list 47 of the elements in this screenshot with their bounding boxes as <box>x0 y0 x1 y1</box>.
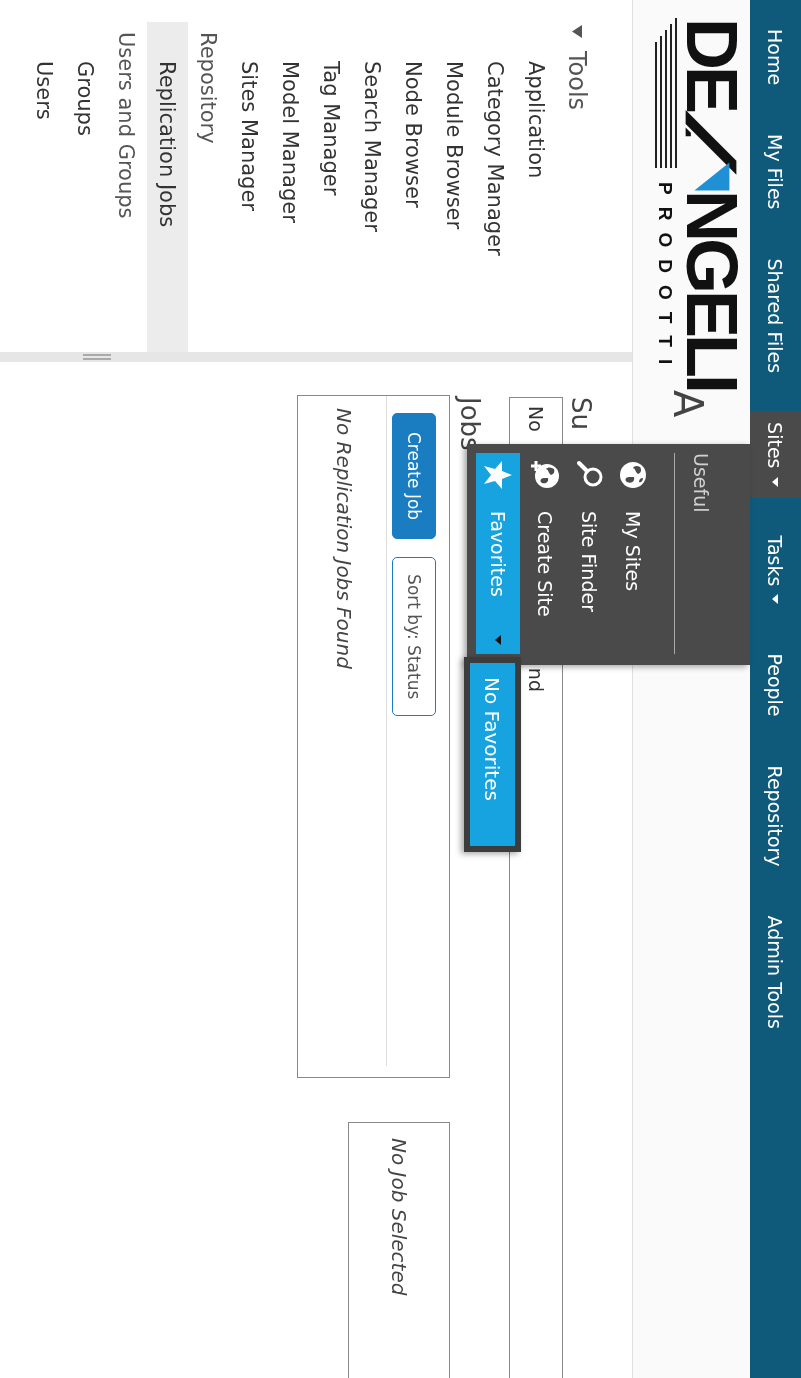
globe-icon <box>618 460 648 490</box>
sidebar-item[interactable]: Application <box>516 22 557 352</box>
sidebar-item[interactable]: Module Browser <box>434 22 475 352</box>
menu-item[interactable]: Create Site <box>523 453 567 654</box>
nav-item[interactable]: Shared Files <box>750 247 801 385</box>
sidebar-heading[interactable]: Users and Groups <box>106 22 147 352</box>
empty-message: No Replication Jobs Found <box>332 408 356 671</box>
caret-icon <box>772 594 779 605</box>
sidebar-heading[interactable]: Tools <box>557 22 598 352</box>
caret-icon <box>495 635 501 645</box>
nav-item[interactable]: Repository <box>750 754 801 878</box>
splitter-bar[interactable] <box>0 352 632 362</box>
logo-tagline: PRODOTTI <box>654 182 676 377</box>
logo-lines-icon <box>652 18 678 168</box>
sidebar-item[interactable]: Replication Jobs <box>147 22 188 352</box>
sidebar-item[interactable]: Sites Manager <box>229 22 270 352</box>
sidebar-item[interactable]: Groups <box>65 22 106 352</box>
sidebar-item[interactable]: Search Manager <box>352 22 393 352</box>
logo-text: NGELI <box>682 190 742 390</box>
menu-header: Useful <box>674 453 714 654</box>
sidebar-item[interactable]: Tag Manager <box>311 22 352 352</box>
sidebar-item[interactable]: Users <box>24 22 65 352</box>
summary-text: nd <box>525 667 547 692</box>
nav-item[interactable]: My Files <box>750 123 801 221</box>
page-title: A <box>668 390 708 418</box>
nav-item[interactable]: Home <box>750 18 801 97</box>
sort-button[interactable]: Sort by: Status <box>392 557 436 717</box>
expand-triangle-icon <box>571 25 584 38</box>
empty-message: No Job Selected <box>387 1138 411 1298</box>
logo-text: DE <box>682 18 742 111</box>
menu-item[interactable]: My Sites <box>611 453 655 654</box>
globe-plus-icon <box>530 460 560 490</box>
menu-item[interactable]: Site Finder <box>567 453 611 654</box>
sidebar-item[interactable]: Model Manager <box>270 22 311 352</box>
section-heading: Su <box>566 397 596 430</box>
drag-handle-icon <box>83 354 111 360</box>
summary-text: No <box>525 406 547 432</box>
nav-item[interactable]: Sites <box>750 411 801 498</box>
create-job-button[interactable]: Create Job <box>392 413 436 540</box>
nav-item[interactable]: People <box>750 642 801 728</box>
caret-icon <box>772 476 779 487</box>
nav-item[interactable]: Admin Tools <box>750 904 801 1040</box>
nav-item[interactable]: Tasks <box>750 524 801 616</box>
star-icon <box>483 460 513 490</box>
sidebar-item[interactable]: Category Manager <box>475 22 516 352</box>
sidebar-heading[interactable]: Repository <box>188 22 229 352</box>
sidebar-item[interactable]: Node Browser <box>393 22 434 352</box>
